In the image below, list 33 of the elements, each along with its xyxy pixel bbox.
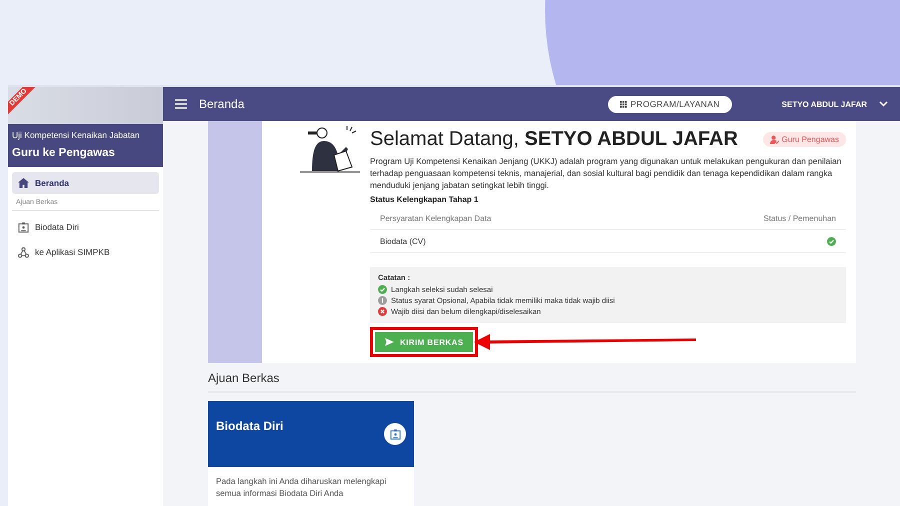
person-reading-drawing <box>300 125 360 173</box>
app-title: Guru ke Pengawas <box>12 147 116 159</box>
document-card[interactable]: Biodata Diri Pada langkah ini Anda diharuskan melengkapi semua informasi Biodata Diri Anda <box>208 401 414 506</box>
user-icon <box>770 135 779 144</box>
menu-icon[interactable] <box>175 99 187 109</box>
welcome-heading: Selamat Datang, SETYO ABDUL JAFAR <box>370 128 738 151</box>
page-title: Beranda <box>199 97 246 111</box>
grid-icon <box>620 100 628 108</box>
table-cell: Biodata (CV) <box>380 236 426 246</box>
sidebar-item[interactable]: Beranda <box>12 172 159 194</box>
column-header: Persyaratan Kelengkapan Data <box>380 214 492 223</box>
chevron-down-icon[interactable] <box>879 101 888 107</box>
card-title: Biodata Diri <box>216 419 284 435</box>
id-badge-icon <box>384 423 406 445</box>
program-button[interactable]: PROGRAM/LAYANAN <box>608 96 732 112</box>
id-badge-icon <box>18 222 29 232</box>
home-icon <box>18 178 29 188</box>
send-icon <box>385 338 394 346</box>
network-icon <box>18 246 29 258</box>
card-description: Pada langkah ini Anda diharuskan melengkapi semua informasi Biodata Diri Anda <box>215 475 388 500</box>
sidebar-item[interactable]: Biodata Diri <box>12 216 159 238</box>
user-menu[interactable]: SETYO ABDUL JAFAR <box>782 100 867 108</box>
check-circle-icon <box>378 285 387 294</box>
sidebar-item[interactable]: ke Aplikasi SIMPKB <box>12 241 159 263</box>
status-heading: Status Kelengkapan Tahap 1 <box>370 195 480 204</box>
info-circle-icon <box>378 296 387 305</box>
x-circle-icon <box>378 307 387 316</box>
section-heading: Ajuan Berkas <box>208 371 856 393</box>
app-subtitle: Uji Kompetensi Kenaikan Jabatan <box>12 130 141 140</box>
check-circle-icon <box>827 236 836 246</box>
program-description: Program Uji Kompetensi Kenaikan Jenjang (UKKJ) adalah program yang digunakan untuk melakukan pengukuran dan penilaian terhadap penguasaan kompetensi teknis, manajerial, dan sosial kultural bagi pendidik dan tenaga kependidikan dalam rangka menduduki jenjang jabatan setingkat lebih tinggi. <box>370 155 842 191</box>
column-header: Status / Pemenuhan <box>764 214 836 223</box>
role-label: Guru Pengawas <box>782 135 839 144</box>
